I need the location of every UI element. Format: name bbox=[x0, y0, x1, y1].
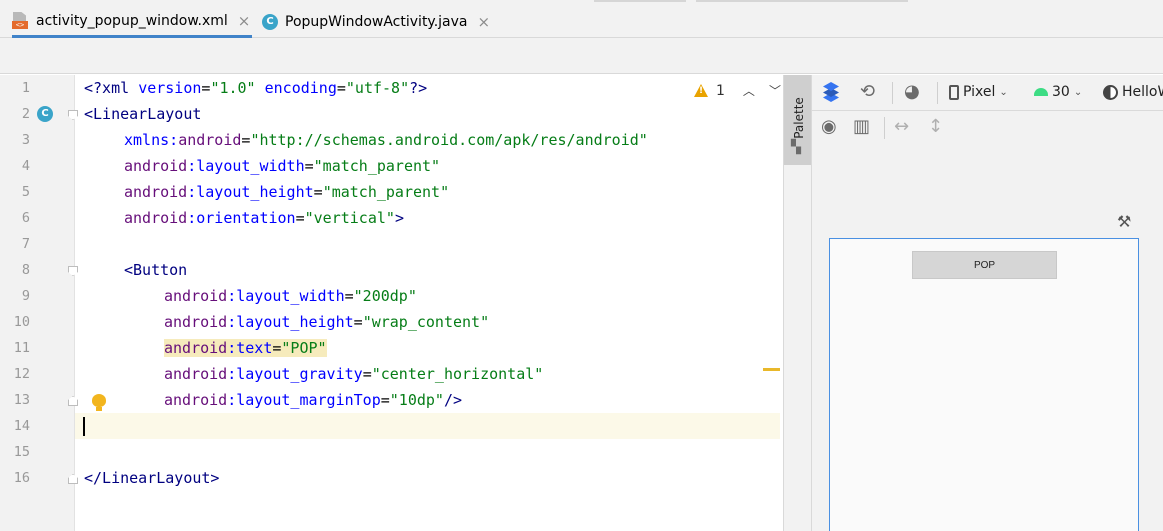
code-text: android:layout_height="match_parent" bbox=[124, 183, 450, 201]
code-text: android:orientation="vertical"> bbox=[124, 209, 404, 227]
tab-strip-edge bbox=[594, 0, 686, 2]
theme-selector[interactable]: HelloW bbox=[1103, 84, 1163, 100]
editor-tab-bar: <> activity_popup_window.xml × C PopupWi… bbox=[0, 0, 1163, 38]
line-number: 5 bbox=[21, 184, 30, 200]
code-text: xmlns:android="http://schemas.android.co… bbox=[124, 131, 648, 149]
warning-scroll-marker[interactable] bbox=[763, 368, 780, 371]
theme-name: HelloW bbox=[1122, 84, 1163, 100]
tab-strip-edge bbox=[696, 0, 908, 2]
line-number: 13 bbox=[13, 392, 30, 408]
line-number: 6 bbox=[21, 210, 30, 226]
api-level: 30 bbox=[1052, 84, 1070, 100]
theme-icon bbox=[1103, 84, 1118, 100]
line-number: 1 bbox=[21, 80, 30, 96]
code-text: android:layout_width="200dp" bbox=[164, 287, 417, 305]
warning-count: 1 bbox=[716, 82, 725, 99]
chevron-down-icon: ⌄ bbox=[1073, 86, 1083, 98]
horizontal-resize-icon[interactable]: ↔ bbox=[894, 117, 909, 137]
chevron-down-icon: ⌄ bbox=[999, 86, 1008, 98]
chevron-up-icon[interactable]: ︿ bbox=[743, 82, 755, 99]
design-toolbar: ⟲ ◕ Pixel ⌄ 30 ⌄ HelloW bbox=[812, 75, 1163, 111]
close-tab-icon[interactable]: × bbox=[478, 13, 491, 31]
chevron-down-icon[interactable]: ﹀ bbox=[769, 82, 781, 99]
inspection-widget[interactable]: 1 ︿ ﹀ bbox=[694, 82, 781, 99]
xml-file-icon: <> bbox=[12, 12, 28, 29]
wrench-icon[interactable]: ⚒ bbox=[1117, 212, 1131, 231]
line-number: 3 bbox=[21, 132, 30, 148]
eye-icon[interactable]: ◉ bbox=[821, 117, 837, 137]
toolbar-separator bbox=[937, 82, 938, 104]
line-number: 4 bbox=[21, 158, 30, 174]
line-number: 8 bbox=[21, 262, 30, 278]
palette-icon: ▚ bbox=[791, 140, 801, 155]
design-secondary-toolbar: ◉ ▥ ↔ ↕ bbox=[812, 111, 1163, 145]
phone-icon bbox=[949, 84, 959, 100]
code-text: android:layout_marginTop="10dp"/> bbox=[164, 391, 463, 409]
line-number: 15 bbox=[13, 444, 30, 460]
java-class-icon: C bbox=[262, 14, 278, 30]
tab-label: PopupWindowActivity.java bbox=[285, 14, 468, 30]
toolbar-separator bbox=[892, 82, 893, 104]
code-text: android:layout_width="match_parent" bbox=[124, 157, 441, 175]
line-number: 12 bbox=[13, 366, 30, 382]
device-name: Pixel bbox=[963, 84, 996, 100]
preview-pop-button[interactable]: POP bbox=[912, 251, 1057, 279]
line-number: 11 bbox=[13, 340, 30, 356]
text-caret bbox=[83, 417, 85, 436]
orientation-rotate-icon[interactable]: ⟲ bbox=[860, 82, 875, 102]
toolbar-separator bbox=[884, 117, 885, 139]
code-text: android:layout_height="wrap_content" bbox=[164, 313, 490, 331]
api-level-selector[interactable]: 30 ⌄ bbox=[1034, 84, 1082, 100]
code-text: android:text="POP" bbox=[164, 339, 327, 357]
device-selector[interactable]: Pixel ⌄ bbox=[949, 84, 1008, 100]
editor-breadcrumb-strip bbox=[0, 38, 1163, 74]
design-surface-layers-icon[interactable] bbox=[821, 82, 841, 102]
night-mode-icon[interactable]: ◕ bbox=[904, 82, 920, 102]
android-icon bbox=[1034, 88, 1048, 96]
code-text: </LinearLayout> bbox=[84, 469, 220, 487]
close-tab-icon[interactable]: × bbox=[238, 12, 251, 30]
code-text: android:layout_gravity="center_horizonta… bbox=[164, 365, 544, 383]
code-text: <?xml version="1.0" encoding="utf-8"?> bbox=[84, 79, 428, 97]
tab-popupwindowactivity-java[interactable]: C PopupWindowActivity.java × bbox=[262, 6, 490, 38]
line-number: 14 bbox=[13, 418, 30, 434]
blueprint-columns-icon[interactable]: ▥ bbox=[853, 117, 870, 137]
tab-activity-popup-window-xml[interactable]: <> activity_popup_window.xml × bbox=[12, 6, 252, 38]
line-number: 7 bbox=[21, 236, 30, 252]
vertical-resize-icon[interactable]: ↕ bbox=[928, 117, 943, 137]
code-text: <Button bbox=[124, 261, 188, 279]
lightbulb-icon[interactable] bbox=[92, 394, 106, 412]
tab-label: activity_popup_window.xml bbox=[36, 12, 228, 29]
warning-icon bbox=[694, 84, 708, 97]
device-preview-frame[interactable]: POP bbox=[829, 238, 1139, 531]
line-number: 16 bbox=[13, 470, 30, 486]
line-number: 10 bbox=[13, 314, 30, 330]
line-number: 9 bbox=[21, 288, 30, 304]
palette-label: Palette bbox=[792, 97, 806, 139]
line-number: 2 bbox=[21, 106, 30, 122]
code-text: <LinearLayout bbox=[84, 105, 202, 123]
class-reference-icon[interactable]: C bbox=[37, 106, 53, 122]
